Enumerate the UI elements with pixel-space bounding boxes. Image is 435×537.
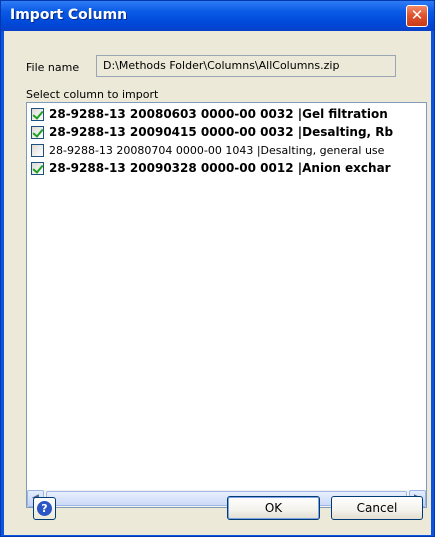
dialog-body: File name D:\Methods Folder\Columns\AllC… bbox=[4, 31, 431, 535]
file-name-label: File name bbox=[26, 61, 80, 74]
column-list[interactable]: 28-9288-13 20080603 0000-00 0032 |Gel fi… bbox=[26, 102, 427, 508]
file-name-field: D:\Methods Folder\Columns\AllColumns.zip bbox=[96, 55, 396, 77]
cancel-button[interactable]: Cancel bbox=[331, 496, 423, 520]
checkbox[interactable] bbox=[31, 108, 44, 121]
checkbox[interactable] bbox=[31, 162, 44, 175]
help-icon: ? bbox=[37, 501, 52, 516]
list-item-label: 28-9288-13 20090415 0000-00 0032 |Desalt… bbox=[49, 125, 394, 139]
checkmark-icon bbox=[32, 162, 44, 174]
title-bar[interactable]: Import Column ✕ bbox=[1, 1, 434, 31]
list-item[interactable]: 28-9288-13 20080603 0000-00 0032 |Gel fi… bbox=[31, 106, 426, 124]
list-item[interactable]: 28-9288-13 20090415 0000-00 0032 |Desalt… bbox=[31, 124, 426, 142]
checkbox[interactable] bbox=[31, 126, 44, 139]
list-item-label: 28-9288-13 20080603 0000-00 0032 |Gel fi… bbox=[49, 107, 388, 121]
select-column-label: Select column to import bbox=[26, 88, 159, 101]
list-item-label: 28-9288-13 20080704 0000-00 1043 |Desalt… bbox=[49, 144, 385, 157]
checkmark-icon bbox=[32, 126, 44, 138]
close-button[interactable]: ✕ bbox=[406, 5, 428, 27]
ok-button[interactable]: OK bbox=[227, 496, 320, 520]
import-column-dialog: Import Column ✕ File name D:\Methods Fol… bbox=[0, 0, 435, 537]
list-item[interactable]: 28-9288-13 20080704 0000-00 1043 |Desalt… bbox=[31, 142, 426, 160]
dialog-title: Import Column bbox=[10, 7, 128, 23]
close-icon: ✕ bbox=[410, 6, 424, 24]
checkmark-icon bbox=[32, 108, 44, 120]
list-item-label: 28-9288-13 20090328 0000-00 0012 |Anion … bbox=[49, 161, 391, 175]
help-button[interactable]: ? bbox=[33, 497, 56, 520]
checkbox[interactable] bbox=[31, 144, 44, 157]
list-item[interactable]: 28-9288-13 20090328 0000-00 0012 |Anion … bbox=[31, 160, 426, 178]
